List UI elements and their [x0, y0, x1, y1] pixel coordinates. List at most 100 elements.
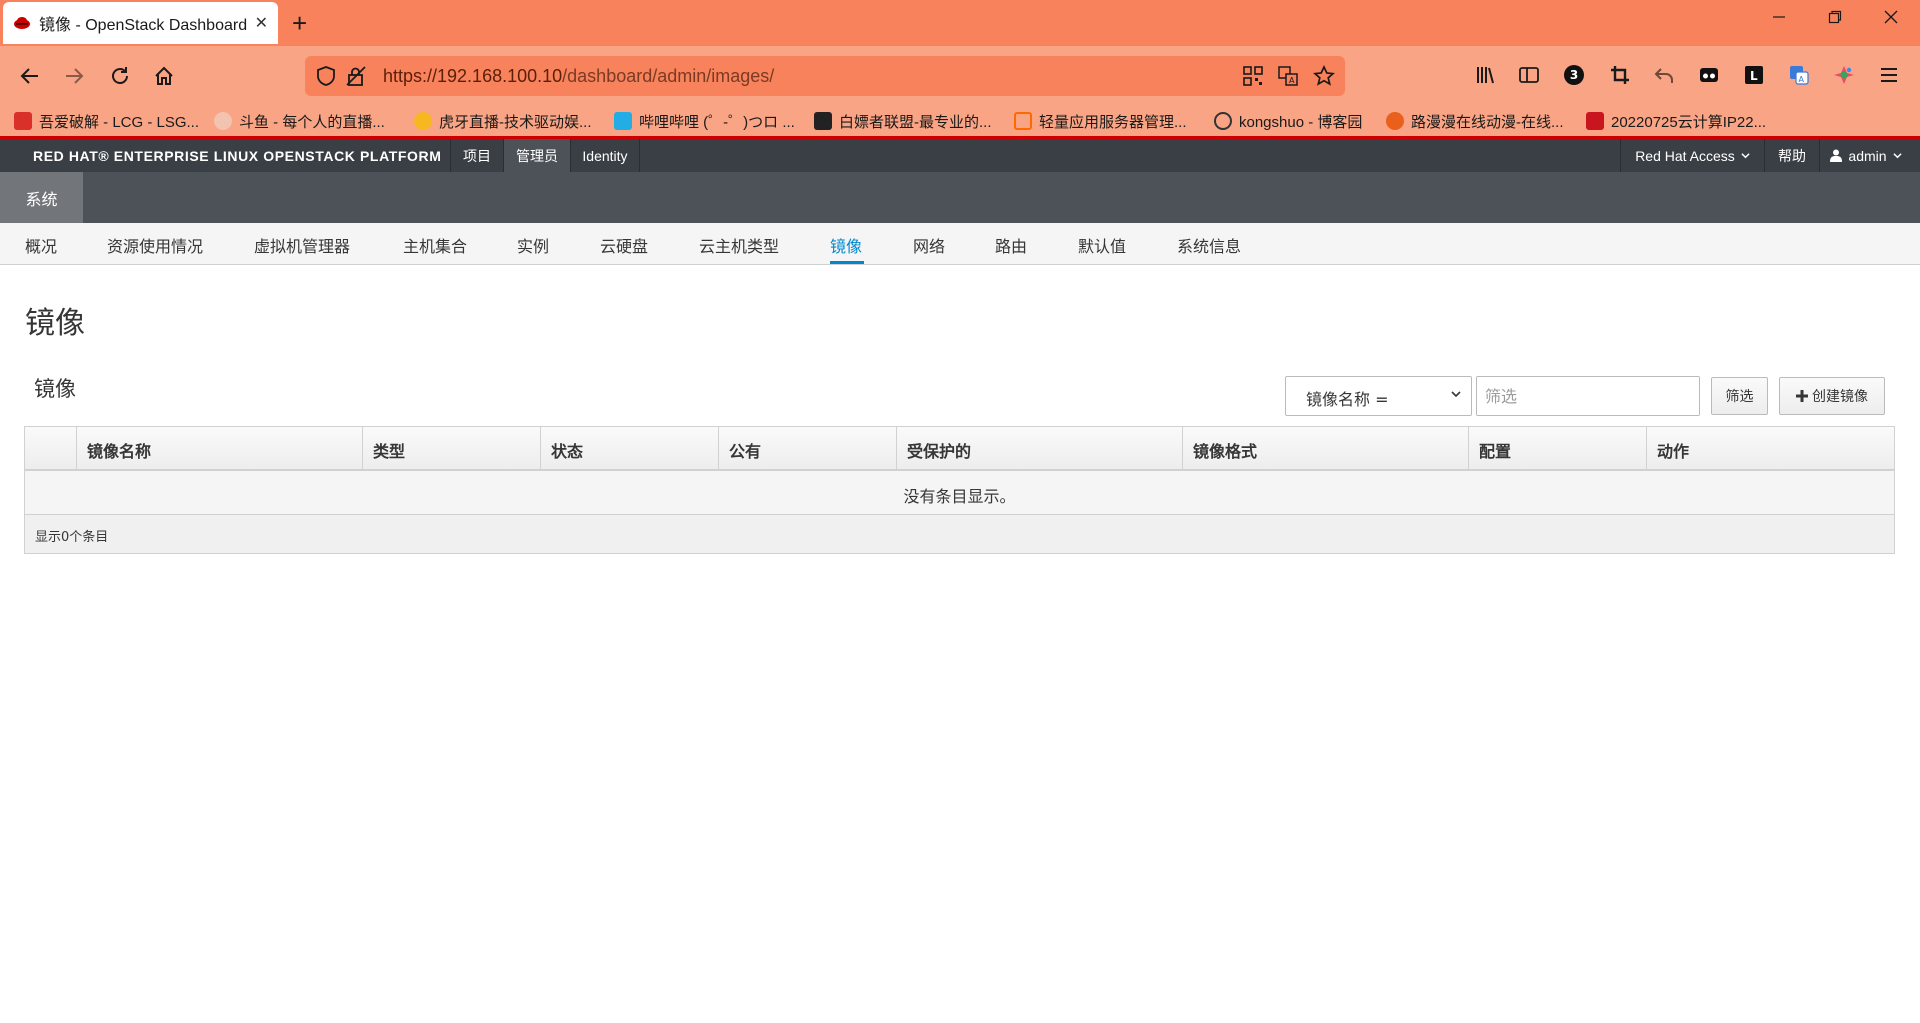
browser-tab-bar: 镜像 - OpenStack Dashboard ✕ + [0, 0, 1920, 46]
insecure-lock-icon[interactable] [345, 65, 367, 87]
panel-nav-networks[interactable]: 网络 [913, 233, 945, 257]
chevron-down-icon [1451, 391, 1461, 398]
bookmark-item[interactable]: 路漫漫在线动漫-在线... [1386, 110, 1564, 132]
crop-screenshot-icon[interactable] [1607, 62, 1633, 88]
table-footer-count: 显示0个条目 [25, 515, 1894, 553]
bookmark-favicon-icon [814, 112, 832, 130]
create-image-button[interactable]: 创建镜像 [1779, 377, 1885, 415]
translate-icon[interactable]: A [1277, 65, 1299, 87]
openstack-header: RED HAT® ENTERPRISE LINUX OPENSTACK PLAT… [0, 139, 1920, 172]
user-icon [1830, 149, 1843, 162]
nav-project[interactable]: 项目 [451, 139, 503, 172]
svg-text:A: A [1799, 75, 1805, 84]
bookmark-favicon-icon [614, 112, 632, 130]
tab-title: 镜像 - OpenStack Dashboard [39, 17, 248, 34]
panel-nav-hypervisors[interactable]: 虚拟机管理器 [254, 233, 350, 257]
forward-icon[interactable] [58, 60, 90, 92]
address-bar[interactable]: https://192.168.100.10/dashboard/admin/i… [305, 56, 1345, 96]
user-dropdown[interactable]: admin [1820, 139, 1912, 172]
star-bookmark-icon[interactable] [1313, 65, 1335, 87]
panel-nav-flavors[interactable]: 云主机类型 [699, 233, 779, 257]
back-icon[interactable] [14, 60, 46, 92]
column-header-status[interactable]: 状态 [540, 427, 718, 471]
bookmark-favicon-icon [14, 112, 32, 130]
panel-nav-usage[interactable]: 资源使用情况 [107, 233, 203, 257]
empty-table-message: 没有条目显示。 [25, 471, 1894, 515]
bookmark-favicon-icon [1014, 112, 1032, 130]
reload-icon[interactable] [104, 60, 136, 92]
shield-icon[interactable] [315, 65, 337, 87]
new-tab-button[interactable]: + [292, 8, 307, 38]
tab-close-icon[interactable]: ✕ [255, 13, 268, 33]
colorful-extension-icon[interactable] [1831, 62, 1857, 88]
bookmark-favicon-icon [214, 112, 232, 130]
browser-toolbar: https://192.168.100.10/dashboard/admin/i… [0, 46, 1920, 106]
bookmark-item[interactable]: 吾爱破解 - LCG - LSG... [14, 110, 199, 132]
dashboard-subheader: 系统 [0, 172, 1920, 223]
url-text: https://192.168.100.10/dashboard/admin/i… [383, 66, 775, 86]
bookmark-favicon-icon [1214, 112, 1232, 130]
filter-input[interactable] [1476, 376, 1700, 416]
nav-admin[interactable]: 管理员 [504, 139, 570, 172]
l-extension-icon[interactable]: L [1741, 62, 1767, 88]
restore-icon[interactable] [1828, 10, 1842, 29]
bookmarks-bar: 吾爱破解 - LCG - LSG... 斗鱼 - 每个人的直播... 虎牙直播-… [0, 106, 1920, 136]
svg-text:L: L [1750, 69, 1758, 83]
column-header-name[interactable]: 镜像名称 [76, 427, 362, 471]
extension-badge-icon[interactable]: 3 [1561, 62, 1587, 88]
redhat-favicon-icon [14, 17, 30, 29]
translate-extension-icon[interactable]: A [1786, 62, 1812, 88]
svg-text:A: A [1289, 76, 1295, 85]
panel-nav-overview[interactable]: 概况 [25, 233, 57, 257]
images-table: 镜像名称 类型 状态 公有 受保护的 镜像格式 配置 动作 没有条目显示。 显示… [24, 426, 1895, 554]
panel-nav-system-info[interactable]: 系统信息 [1177, 233, 1241, 257]
bookmark-item[interactable]: kongshuo - 博客园 [1214, 110, 1362, 132]
home-icon[interactable] [148, 60, 180, 92]
table-title: 镜像 [34, 377, 76, 401]
close-window-icon[interactable] [1884, 10, 1898, 29]
library-icon[interactable] [1472, 62, 1498, 88]
panel-group-system[interactable]: 系统 [0, 172, 83, 223]
bookmark-favicon-icon [1586, 112, 1604, 130]
minimize-icon[interactable] [1772, 10, 1786, 29]
help-link[interactable]: 帮助 [1765, 139, 1819, 172]
bookmark-item[interactable]: 虎牙直播-技术驱动娱... [414, 110, 592, 132]
bookmark-item[interactable]: 轻量应用服务器管理... [1014, 110, 1187, 132]
divider [639, 139, 640, 172]
bookmark-item[interactable]: 斗鱼 - 每个人的直播... [214, 110, 385, 132]
column-header-public[interactable]: 公有 [718, 427, 896, 471]
panel-nav-routers[interactable]: 路由 [995, 233, 1027, 257]
bookmark-item[interactable]: 白嫖者联盟-最专业的... [814, 110, 992, 132]
table-header-row: 镜像名称 类型 状态 公有 受保护的 镜像格式 配置 动作 [25, 427, 1894, 471]
panel-nav-aggregates[interactable]: 主机集合 [403, 233, 467, 257]
panel-nav-volumes[interactable]: 云硬盘 [600, 233, 648, 257]
filter-field-select[interactable]: 镜像名称 = [1285, 376, 1472, 416]
mask-extension-icon[interactable] [1696, 62, 1722, 88]
column-header-actions: 动作 [1646, 427, 1894, 471]
select-all-column[interactable] [25, 427, 76, 471]
browser-tab-active[interactable]: 镜像 - OpenStack Dashboard ✕ [3, 2, 278, 44]
menu-icon[interactable] [1876, 62, 1902, 88]
bookmark-favicon-icon [1386, 112, 1404, 130]
plus-icon [1796, 390, 1808, 402]
column-header-protected[interactable]: 受保护的 [896, 427, 1182, 471]
bookmark-item[interactable]: 20220725云计算IP22... [1586, 110, 1766, 132]
undo-icon[interactable] [1651, 62, 1677, 88]
filter-button[interactable]: 筛选 [1711, 377, 1768, 415]
active-tab-indicator [830, 261, 864, 264]
column-header-config[interactable]: 配置 [1468, 427, 1646, 471]
chevron-down-icon [1741, 153, 1750, 159]
column-header-format[interactable]: 镜像格式 [1182, 427, 1468, 471]
qr-code-icon[interactable] [1243, 66, 1263, 86]
bookmark-item[interactable]: 哔哩哔哩 (゜-゜)つロ ... [614, 110, 795, 132]
sidebar-icon[interactable] [1516, 62, 1542, 88]
brand-logo[interactable]: RED HAT® ENTERPRISE LINUX OPENSTACK PLAT… [33, 148, 442, 164]
red-hat-access-dropdown[interactable]: Red Hat Access [1621, 139, 1764, 172]
chevron-down-icon [1892, 153, 1902, 159]
nav-identity[interactable]: Identity [571, 139, 639, 172]
panel-nav-defaults[interactable]: 默认值 [1078, 233, 1126, 257]
page-title: 镜像 [25, 306, 85, 341]
column-header-type[interactable]: 类型 [362, 427, 540, 471]
panel-nav-instances[interactable]: 实例 [517, 233, 549, 257]
panel-nav-images[interactable]: 镜像 [830, 233, 862, 257]
